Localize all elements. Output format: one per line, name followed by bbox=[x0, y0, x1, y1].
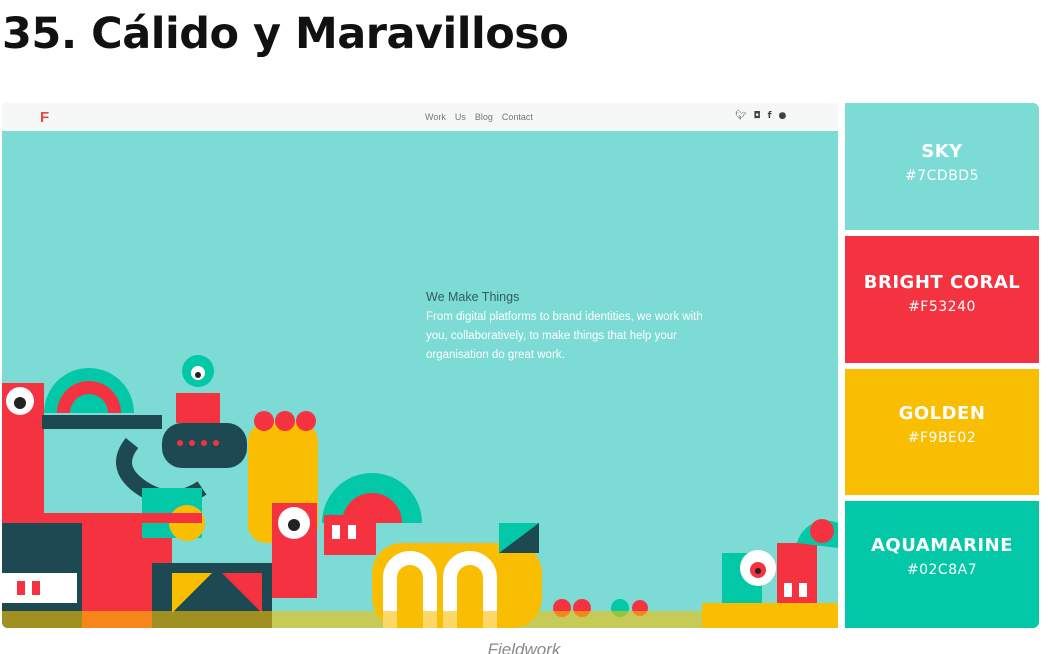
nav-link-us[interactable]: Us bbox=[455, 112, 466, 122]
twitter-icon[interactable]: 🐦︎ bbox=[735, 111, 746, 121]
website-screenshot: F Work Us Blog Contact 🐦︎ ◘ f ● We Make … bbox=[2, 103, 838, 628]
github-icon[interactable]: ● bbox=[778, 111, 786, 121]
swatch-hex: #F9BE02 bbox=[907, 430, 977, 446]
nav-link-work[interactable]: Work bbox=[425, 112, 446, 122]
geometric-illustration bbox=[2, 355, 838, 628]
nav-links: Work Us Blog Contact bbox=[425, 112, 533, 122]
instagram-icon[interactable]: ◘ bbox=[753, 111, 760, 121]
facebook-icon[interactable]: f bbox=[768, 111, 772, 121]
hero-heading: We Make Things bbox=[426, 290, 520, 304]
swatch-aquamarine: AQUAMARINE #02C8A7 bbox=[845, 501, 1039, 628]
swatch-hex: #7CDBD5 bbox=[905, 168, 979, 184]
page-title: 35. Cálido y Maravilloso bbox=[2, 9, 569, 59]
swatch-golden: GOLDEN #F9BE02 bbox=[845, 369, 1039, 495]
swatch-name: BRIGHT CORAL bbox=[863, 272, 1021, 293]
social-links: 🐦︎ ◘ f ● bbox=[735, 111, 786, 121]
swatch-sky: SKY #7CDBD5 bbox=[845, 103, 1039, 230]
swatch-bright-coral: BRIGHT CORAL #F53240 bbox=[845, 236, 1039, 363]
site-logo[interactable]: F bbox=[40, 109, 49, 126]
swatch-hex: #02C8A7 bbox=[906, 562, 978, 578]
hero-body: From digital platforms to brand identiti… bbox=[426, 311, 703, 361]
swatch-name: AQUAMARINE bbox=[871, 535, 1013, 556]
swatch-name: GOLDEN bbox=[898, 403, 986, 424]
site-nav-bar: F Work Us Blog Contact 🐦︎ ◘ f ● bbox=[2, 103, 838, 131]
nav-link-blog[interactable]: Blog bbox=[475, 112, 493, 122]
swatch-name: SKY bbox=[921, 141, 963, 162]
swatch-hex: #F53240 bbox=[908, 299, 976, 315]
image-caption: Fieldwork bbox=[487, 640, 561, 654]
nav-link-contact[interactable]: Contact bbox=[502, 112, 533, 122]
